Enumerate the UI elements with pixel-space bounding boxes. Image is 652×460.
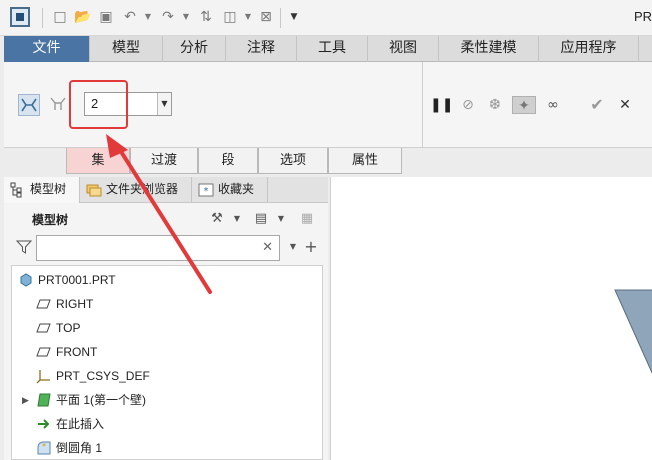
annotation-arrow [106, 134, 212, 294]
